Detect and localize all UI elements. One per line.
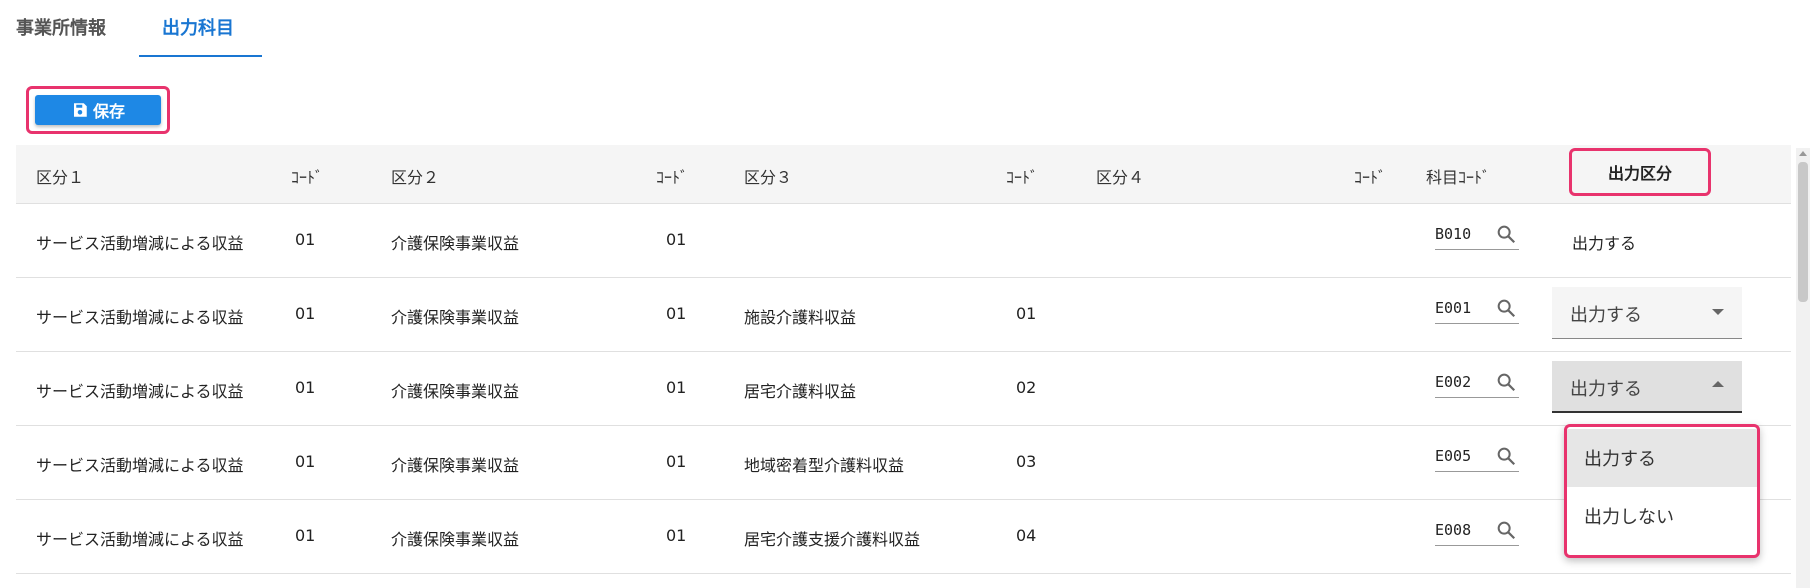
header-k3: 区分３ [744, 168, 793, 187]
header-account-code: 科目ｺｰﾄﾞ [1426, 168, 1491, 187]
save-icon [73, 103, 87, 117]
cell-code3: 04 [1016, 526, 1037, 545]
active-tab-indicator [139, 55, 262, 57]
table-row: サービス活動増減による収益 01 介護保険事業収益 01 施設介護料収益 01 … [16, 277, 1791, 352]
cell-k3: 地域密着型介護料収益 [744, 456, 905, 475]
tab-office-info[interactable]: 事業所情報 [16, 14, 106, 40]
account-code-field[interactable]: E005 [1435, 443, 1519, 472]
search-icon[interactable] [1495, 297, 1517, 319]
tab-output-accounts[interactable]: 出力科目 [162, 14, 234, 40]
table-header: 区分１ ｺｰﾄﾞ 区分２ ｺｰﾄﾞ 区分３ ｺｰﾄﾞ 区分４ ｺｰﾄﾞ 科目ｺｰ… [16, 145, 1791, 204]
cell-k2: 介護保険事業収益 [391, 530, 520, 549]
cell-code1: 01 [295, 304, 316, 323]
search-icon[interactable] [1495, 445, 1517, 467]
table-row: サービス活動増減による収益 01 介護保険事業収益 01 B010 出力する [16, 203, 1791, 278]
cell-code2: 01 [666, 378, 687, 397]
header-code1: ｺｰﾄﾞ [291, 168, 324, 187]
account-code-value: E008 [1435, 521, 1472, 539]
account-code-value: E002 [1435, 373, 1472, 391]
save-button-label: 保存 [92, 102, 125, 121]
scroll-up-icon[interactable] [1799, 151, 1807, 156]
cell-code2: 01 [666, 304, 687, 323]
header-output-type: 出力区分 [1569, 148, 1711, 196]
cell-k1: サービス活動増減による収益 [36, 456, 244, 475]
cell-code1: 01 [295, 526, 316, 545]
cell-k1: サービス活動増減による収益 [36, 234, 244, 253]
header-code3: ｺｰﾄﾞ [1006, 168, 1039, 187]
dropdown-option-output[interactable]: 出力する [1567, 429, 1757, 487]
cell-k3: 居宅介護料収益 [744, 382, 857, 401]
search-icon[interactable] [1495, 223, 1517, 245]
header-k2: 区分２ [391, 168, 440, 187]
cell-k2: 介護保険事業収益 [391, 234, 520, 253]
cell-k1: サービス活動増減による収益 [36, 308, 244, 327]
cell-k1: サービス活動増減による収益 [36, 382, 244, 401]
scrollbar-thumb[interactable] [1798, 162, 1808, 302]
cell-code2: 01 [666, 230, 687, 249]
chevron-up-icon [1712, 381, 1724, 387]
cell-code1: 01 [295, 230, 316, 249]
save-button[interactable]: 保存 [35, 95, 161, 125]
account-code-value: E005 [1435, 447, 1472, 465]
output-type-value: 出力する [1570, 305, 1642, 326]
search-icon[interactable] [1495, 519, 1517, 541]
cell-code3: 01 [1016, 304, 1037, 323]
save-button-highlight: 保存 [26, 86, 170, 134]
tab-bar: 事業所情報 出力科目 [0, 0, 1813, 58]
cell-k3: 施設介護料収益 [744, 308, 857, 327]
cell-k2: 介護保険事業収益 [391, 308, 520, 327]
search-icon[interactable] [1495, 371, 1517, 393]
account-code-field[interactable]: E001 [1435, 295, 1519, 324]
account-code-field[interactable]: E002 [1435, 369, 1519, 398]
table-row: サービス活動増減による収益 01 介護保険事業収益 01 居宅介護支援介護料収益… [16, 499, 1791, 574]
account-code-value: B010 [1435, 225, 1472, 243]
cell-k1: サービス活動増減による収益 [36, 530, 244, 549]
header-k1: 区分１ [36, 168, 85, 187]
output-type-select[interactable]: 出力する [1552, 287, 1742, 339]
output-type-dropdown: 出力する 出力しない [1564, 424, 1760, 558]
chevron-down-icon [1712, 309, 1724, 315]
cell-code2: 01 [666, 526, 687, 545]
cell-code1: 01 [295, 378, 316, 397]
output-type-select[interactable]: 出力する [1552, 361, 1742, 413]
header-code4: ｺｰﾄﾞ [1354, 168, 1387, 187]
cell-k2: 介護保険事業収益 [391, 456, 520, 475]
account-code-field[interactable]: E008 [1435, 517, 1519, 546]
header-k4: 区分４ [1096, 168, 1145, 187]
output-type-text: 出力する [1572, 234, 1637, 253]
cell-code3: 03 [1016, 452, 1037, 471]
account-code-value: E001 [1435, 299, 1472, 317]
cell-code1: 01 [295, 452, 316, 471]
vertical-scrollbar[interactable] [1796, 148, 1810, 588]
cell-code2: 01 [666, 452, 687, 471]
account-code-field[interactable]: B010 [1435, 221, 1519, 250]
cell-k3: 居宅介護支援介護料収益 [744, 530, 921, 549]
header-code2: ｺｰﾄﾞ [656, 168, 689, 187]
dropdown-option-no-output[interactable]: 出力しない [1567, 487, 1757, 545]
table-row: サービス活動増減による収益 01 介護保険事業収益 01 地域密着型介護料収益 … [16, 425, 1791, 500]
table-row: サービス活動増減による収益 01 介護保険事業収益 01 居宅介護料収益 02 … [16, 351, 1791, 426]
output-type-value: 出力する [1570, 379, 1642, 400]
cell-code3: 02 [1016, 378, 1037, 397]
cell-k2: 介護保険事業収益 [391, 382, 520, 401]
